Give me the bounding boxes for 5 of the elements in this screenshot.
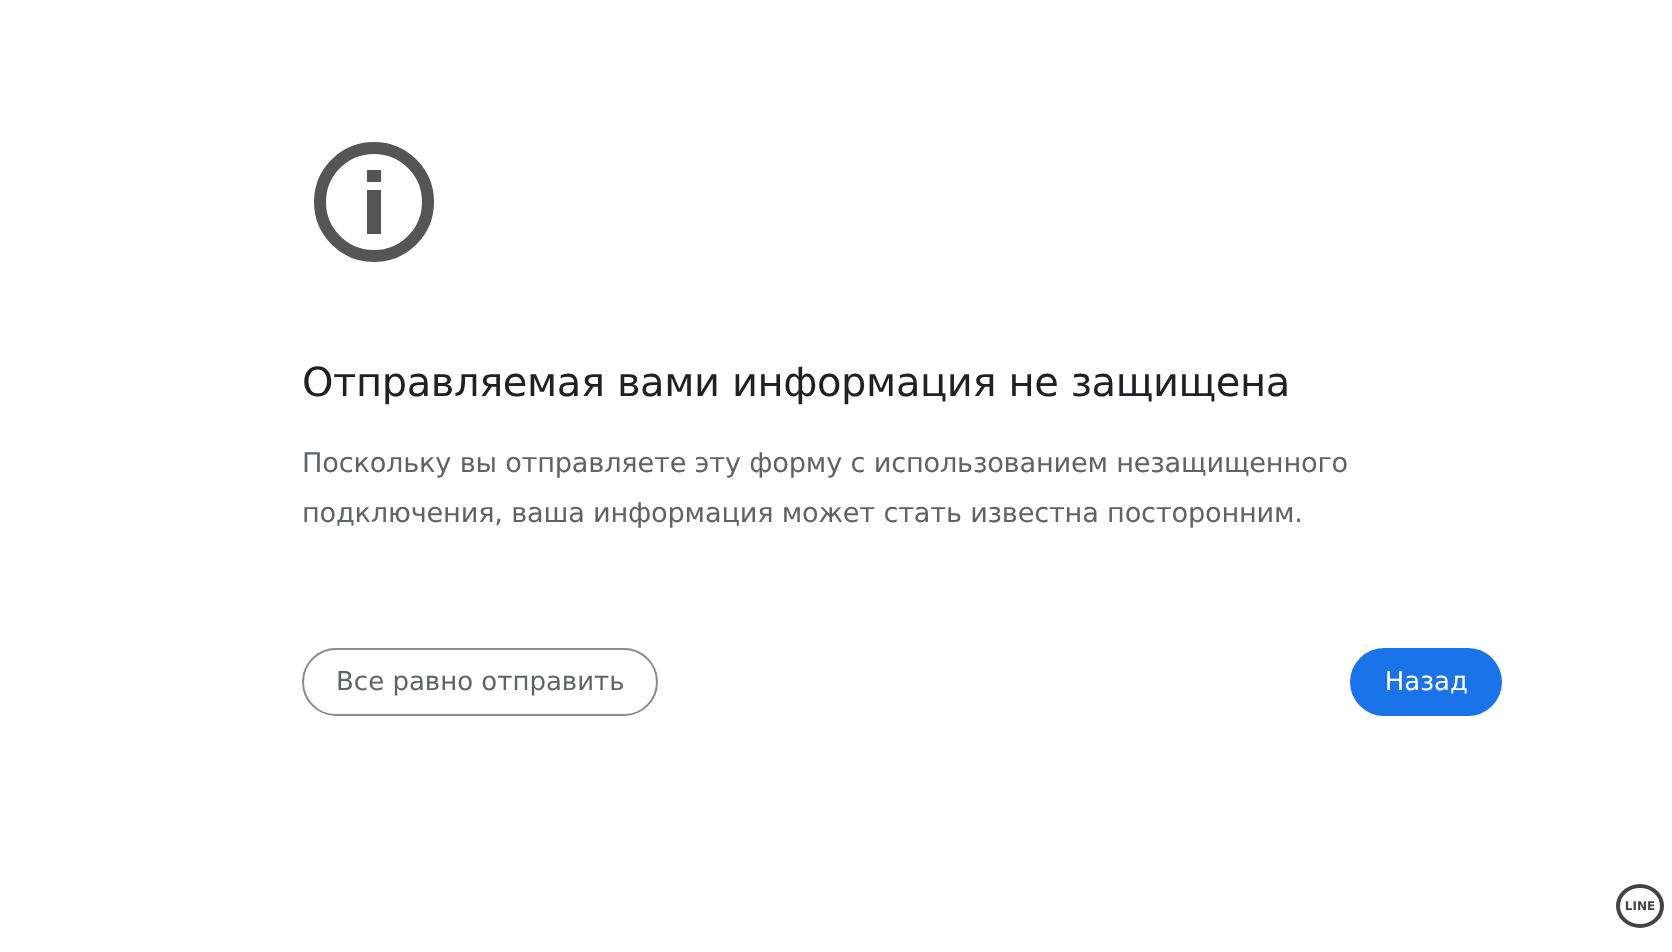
warning-title: Отправляемая вами информация не защищена xyxy=(302,356,1292,408)
warning-message: Поскольку вы отправляете эту форму с использованием незащищенного подключения, ваша информация может стать известна посторонним. xyxy=(302,446,1350,534)
proceed-button[interactable]: Все равно отправить xyxy=(302,648,659,716)
back-button[interactable]: Назад xyxy=(1350,648,1502,716)
info-icon xyxy=(312,140,436,264)
